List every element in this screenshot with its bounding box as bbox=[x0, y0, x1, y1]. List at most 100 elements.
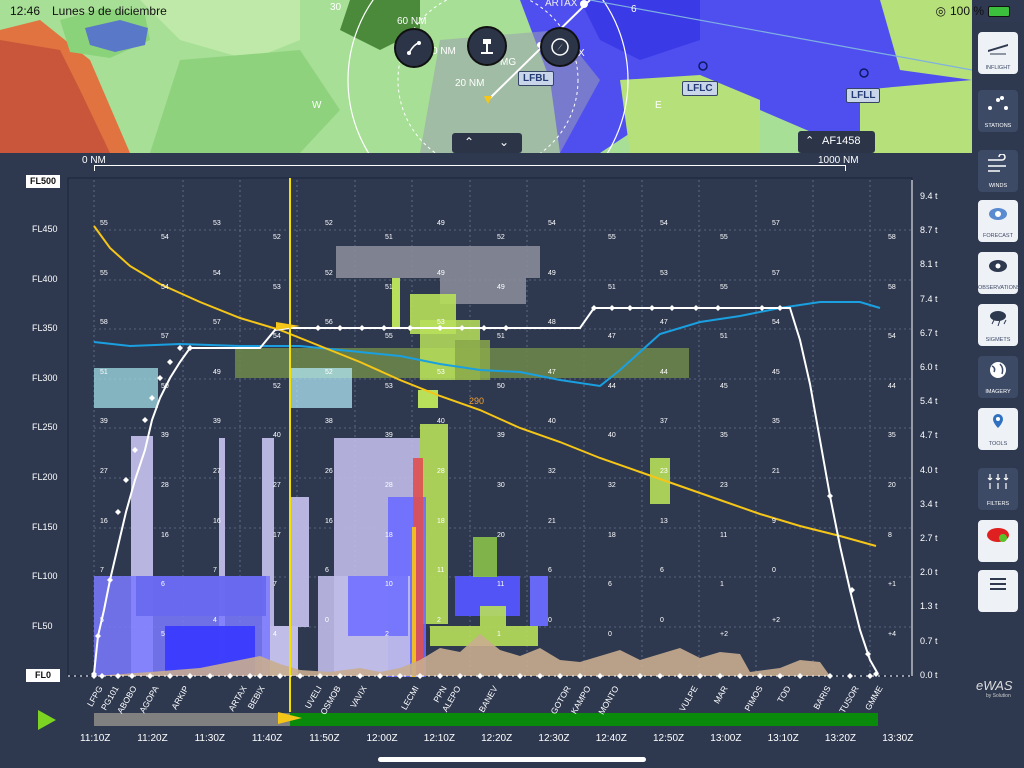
airport-tool-button[interactable] bbox=[467, 26, 507, 66]
temperature-value: 1 bbox=[720, 581, 724, 588]
airport-lfll[interactable]: LFLL bbox=[846, 88, 881, 103]
temperature-value: 21 bbox=[548, 518, 556, 525]
temperature-value: 53 bbox=[660, 270, 668, 277]
stations-button[interactable]: STATIONS bbox=[978, 90, 1018, 132]
temperature-value: 32 bbox=[608, 482, 616, 489]
temperature-value: 53 bbox=[437, 319, 445, 326]
temperature-value: 53 bbox=[437, 369, 445, 376]
temperature-value: 2 bbox=[437, 617, 441, 624]
filters-button[interactable]: FILTERS bbox=[978, 468, 1018, 510]
temperature-value: 51 bbox=[608, 284, 616, 291]
tools-button[interactable]: TOOLS bbox=[978, 408, 1018, 450]
temperature-value: 58 bbox=[888, 234, 896, 241]
stations-icon bbox=[988, 96, 1008, 110]
observations-icon bbox=[989, 260, 1007, 272]
imagery-button[interactable]: IMAGERY bbox=[978, 356, 1018, 398]
temperature-value: 58 bbox=[888, 284, 896, 291]
temperature-value: +4 bbox=[888, 631, 896, 638]
airport-lflc[interactable]: LFLC bbox=[682, 81, 718, 96]
inflight-button[interactable]: INFLIGHT bbox=[978, 32, 1018, 74]
temperature-value: 45 bbox=[772, 369, 780, 376]
menu-button[interactable] bbox=[978, 570, 1018, 612]
temperature-value: 53 bbox=[213, 220, 221, 227]
temperature-value: 23 bbox=[660, 468, 668, 475]
route-point bbox=[177, 345, 183, 351]
map-view[interactable]: ARTAX 60 NM 20 NM 0 NM MG X 30 6 W E LFB… bbox=[0, 0, 972, 153]
time-label: 13:00Z bbox=[710, 733, 742, 744]
temperature-value: 39 bbox=[385, 432, 393, 439]
sigmets-button[interactable]: SIGMETS bbox=[978, 304, 1018, 346]
route-point bbox=[627, 305, 633, 311]
chevron-up-icon[interactable]: ⌃ bbox=[456, 135, 482, 153]
weight-label: 2.7 t bbox=[920, 533, 938, 543]
vertical-profile-chart[interactable] bbox=[0, 153, 972, 768]
temperature-value: 35 bbox=[720, 432, 728, 439]
temperature-value: 55 bbox=[720, 284, 728, 291]
right-sidebar: INFLIGHT STATIONS WINDS FORECAST OBSERVA… bbox=[972, 22, 1024, 768]
temperature-value: 2 bbox=[385, 631, 389, 638]
fl-label: FL350 bbox=[32, 323, 58, 333]
temperature-value: 49 bbox=[497, 284, 505, 291]
temperature-value: 38 bbox=[325, 418, 333, 425]
temperature-value: 55 bbox=[608, 234, 616, 241]
alerts-button[interactable] bbox=[978, 520, 1018, 562]
temperature-value: 27 bbox=[213, 468, 221, 475]
temperature-value: 0 bbox=[772, 567, 776, 574]
observations-button[interactable]: OBSERVATIONS bbox=[978, 252, 1020, 294]
temperature-value: 11 bbox=[437, 567, 445, 574]
route-point bbox=[481, 325, 487, 331]
temperature-value: 50 bbox=[161, 383, 169, 390]
route-icon bbox=[407, 41, 421, 55]
route-point bbox=[337, 325, 343, 331]
route-tool-button[interactable] bbox=[394, 28, 434, 68]
weight-label: 4.0 t bbox=[920, 464, 938, 475]
compass-icon bbox=[551, 38, 569, 56]
inflight-icon bbox=[988, 44, 1008, 55]
temperature-value: 11 bbox=[720, 532, 728, 539]
temperature-value: 5 bbox=[161, 631, 165, 638]
temperature-value: 54 bbox=[548, 220, 556, 227]
weight-label: 3.4 t bbox=[920, 498, 938, 509]
route-point bbox=[649, 305, 655, 311]
time-label: 11:10Z bbox=[80, 733, 111, 744]
temperature-value: 37 bbox=[660, 418, 668, 425]
status-bar: 12:46 Lunes 9 de diciembre ◎ 100 % bbox=[0, 0, 1024, 22]
temperature-value: 4 bbox=[213, 617, 217, 624]
chevron-down-icon[interactable]: ⌄ bbox=[491, 135, 517, 153]
home-indicator[interactable] bbox=[378, 757, 646, 762]
fl-label: FL100 bbox=[32, 571, 58, 581]
temperature-value: 18 bbox=[385, 532, 393, 539]
play-button[interactable] bbox=[38, 710, 56, 730]
temperature-value: 7 bbox=[100, 567, 104, 574]
route-point bbox=[167, 359, 173, 365]
filters-label: FILTERS bbox=[986, 501, 1010, 507]
temperature-value: 54 bbox=[161, 284, 169, 291]
time-label: 12:10Z bbox=[423, 733, 455, 744]
status-indicators: ◎ 100 % bbox=[935, 4, 1010, 18]
airport-lfbl[interactable]: LFBL bbox=[518, 71, 554, 86]
time-label: 11:30Z bbox=[194, 733, 225, 744]
temperature-value: 56 bbox=[325, 319, 333, 326]
temperature-value: 53 bbox=[273, 284, 281, 291]
temperature-value: 47 bbox=[608, 333, 616, 340]
temperature-value: 32 bbox=[548, 468, 556, 475]
weight-label: 0.7 t bbox=[920, 635, 938, 646]
flight-selector[interactable]: ⌃ AF1458 bbox=[798, 131, 875, 153]
temperature-value: 28 bbox=[161, 482, 169, 489]
temperature-value: 16 bbox=[100, 518, 108, 525]
temperature-value: 55 bbox=[100, 220, 108, 227]
forecast-button[interactable]: FORECAST bbox=[978, 200, 1018, 242]
temperature-value: 40 bbox=[437, 418, 445, 425]
time-label: 12:20Z bbox=[481, 733, 513, 744]
temperature-value: 18 bbox=[608, 532, 616, 539]
route-point bbox=[123, 477, 129, 483]
range-20nm-label: 20 NM bbox=[455, 78, 485, 89]
flight-number: AF1458 bbox=[822, 135, 861, 147]
hamburger-icon bbox=[990, 578, 1006, 590]
winds-button[interactable]: WINDS bbox=[978, 150, 1018, 192]
temperature-value: 44 bbox=[888, 383, 896, 390]
temperature-value: 28 bbox=[437, 468, 445, 475]
weight-label: 5.4 t bbox=[920, 396, 938, 407]
temperature-value: 0 bbox=[548, 617, 552, 624]
compass-button[interactable] bbox=[540, 27, 580, 67]
